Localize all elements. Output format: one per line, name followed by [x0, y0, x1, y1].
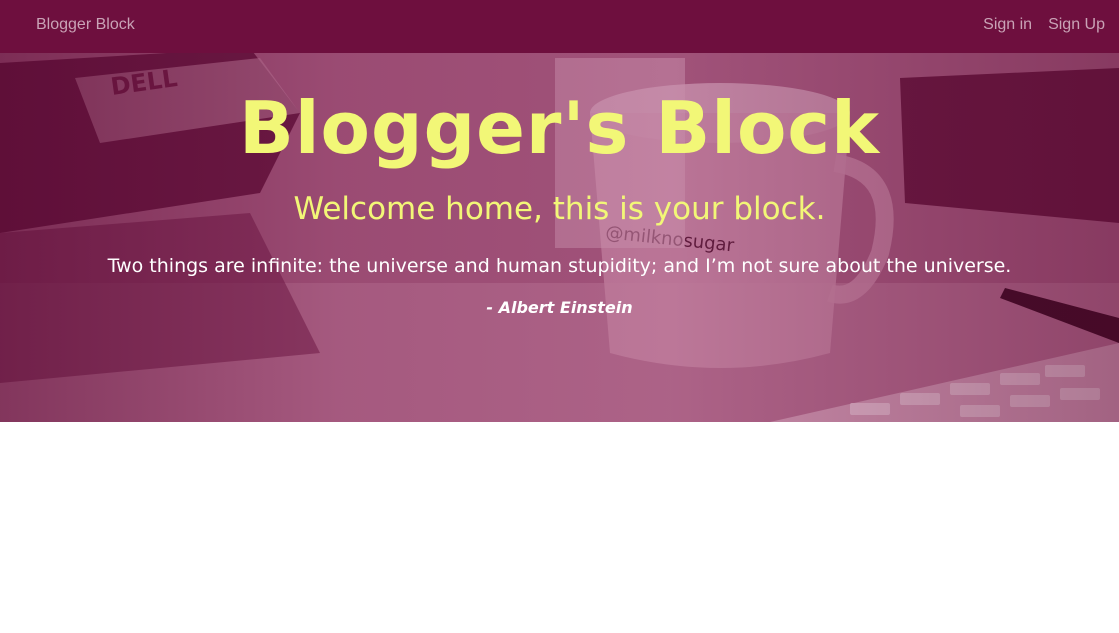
hero-content: Blogger's Block Welcome home, this is yo…	[0, 53, 1119, 422]
hero-title: Blogger's Block	[239, 86, 880, 170]
brand-link[interactable]: Blogger Block	[36, 15, 135, 35]
sign-in-link[interactable]: Sign in	[983, 15, 1032, 35]
hero-quote: Two things are infinite: the universe an…	[107, 255, 1012, 277]
nav-links: Sign in Sign Up	[983, 15, 1105, 35]
top-navbar: Blogger Block Sign in Sign Up	[0, 0, 1119, 53]
hero-subtitle: Welcome home, this is your block.	[293, 191, 826, 227]
sign-up-link[interactable]: Sign Up	[1048, 15, 1105, 35]
hero-banner: DELL @milknosugar Blogger's Block Welcom…	[0, 53, 1119, 422]
quote-author: - Albert Einstein	[486, 298, 633, 317]
